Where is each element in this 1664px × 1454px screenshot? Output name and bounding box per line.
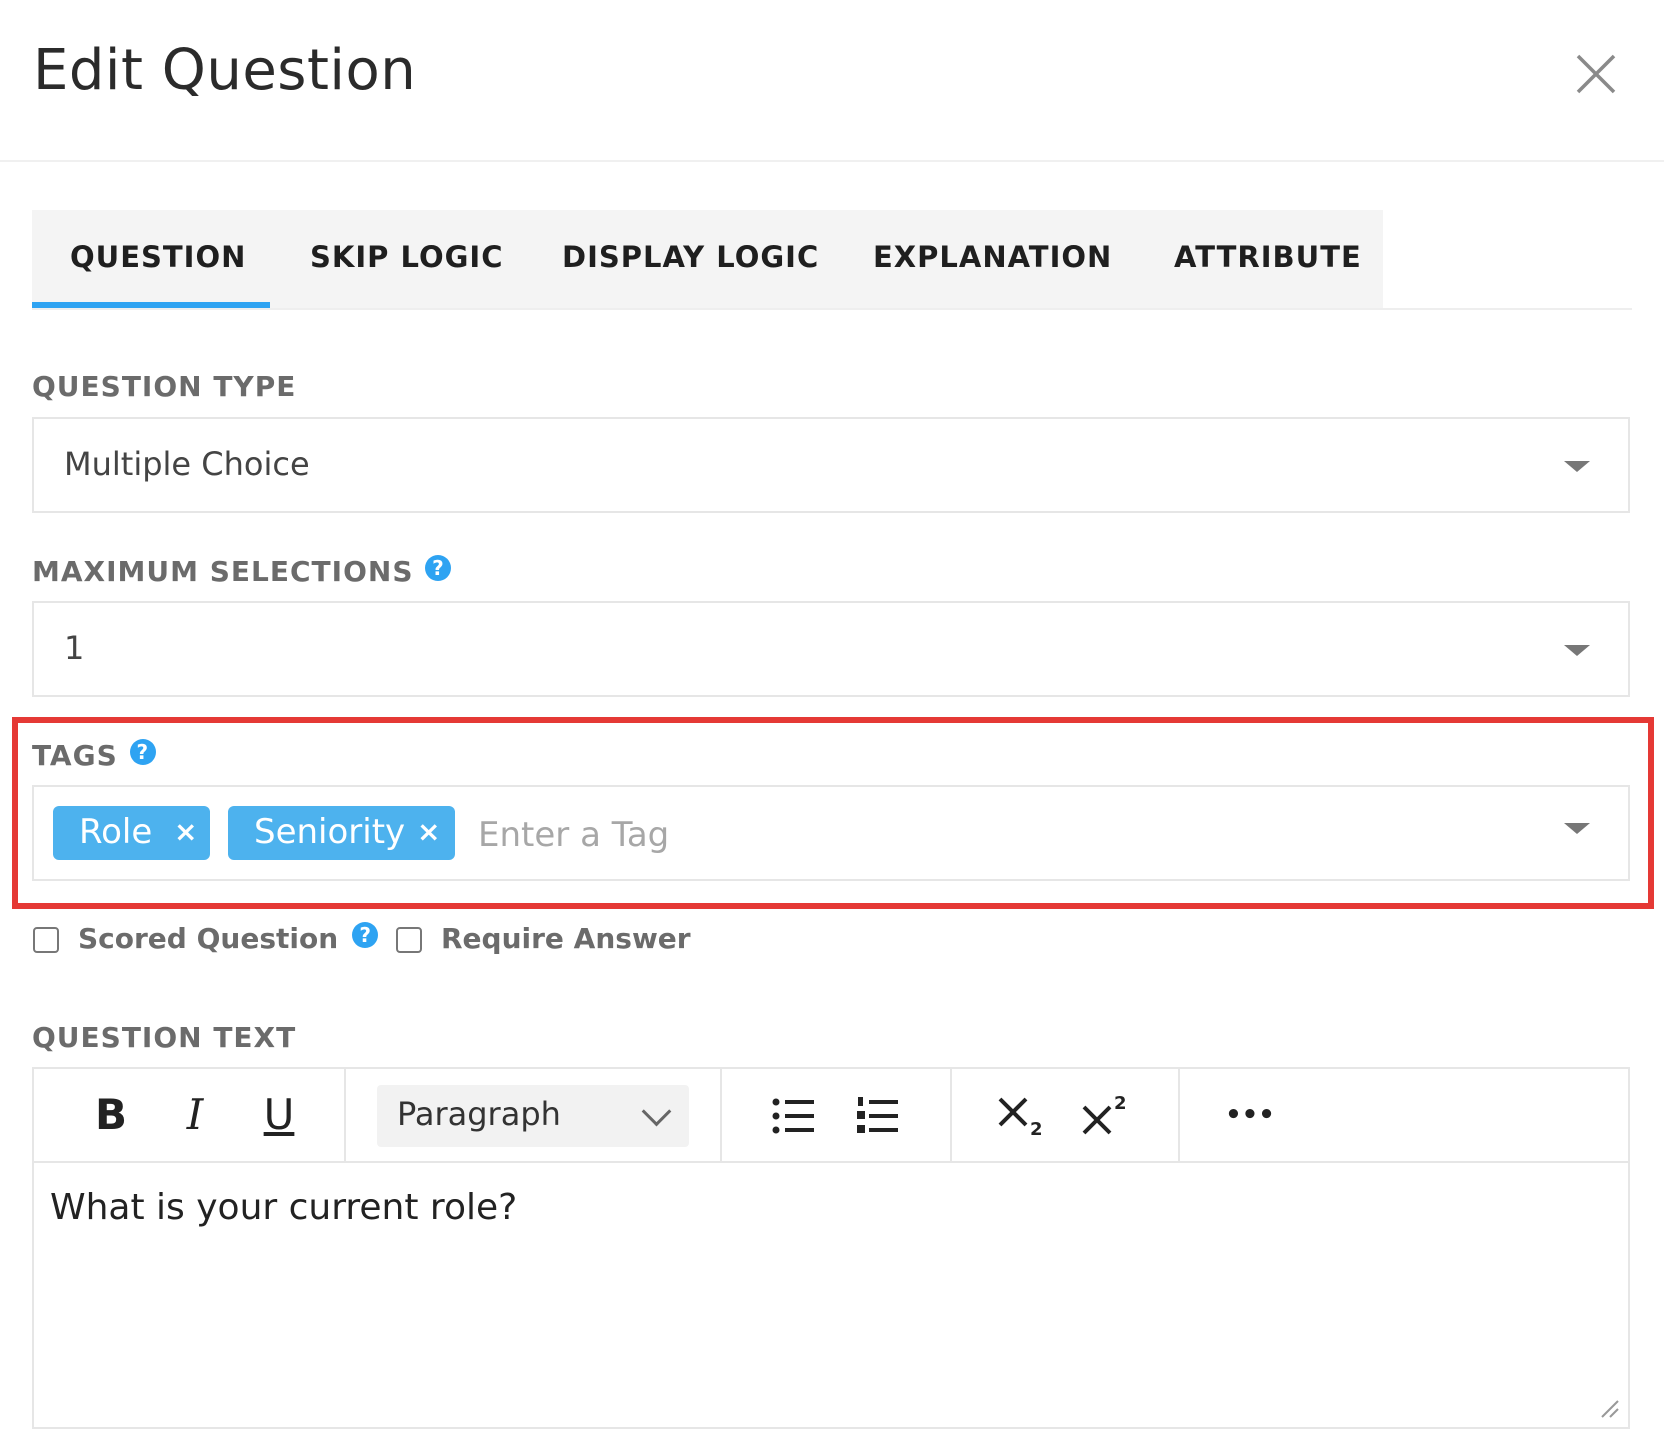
format-select-value: Paragraph	[397, 1095, 561, 1133]
svg-text:2: 2	[1114, 1093, 1127, 1114]
remove-tag-icon[interactable]: ×	[417, 806, 440, 858]
max-selections-select[interactable]: 1	[32, 601, 1630, 697]
chevron-down-icon	[641, 1096, 672, 1127]
toolbar-divider	[720, 1069, 722, 1161]
tabs-divider	[32, 308, 1632, 310]
toolbar-divider	[344, 1069, 346, 1161]
numbered-list-icon[interactable]	[856, 1095, 900, 1135]
resize-handle-icon[interactable]	[1598, 1397, 1620, 1419]
question-type-value: Multiple Choice	[64, 445, 310, 483]
tab-explanation[interactable]: EXPLANATION	[873, 210, 1112, 308]
rich-text-editor: B I U Paragraph 2 2 ••• What is your cur…	[32, 1067, 1630, 1429]
tab-bar: QUESTION SKIP LOGIC DISPLAY LOGIC EXPLAN…	[32, 210, 1383, 308]
tag-chip-seniority[interactable]: Seniority ×	[228, 806, 455, 860]
max-selections-label-text: MAXIMUM SELECTIONS	[32, 555, 414, 588]
require-answer-label: Require Answer	[441, 922, 691, 955]
question-type-select[interactable]: Multiple Choice	[32, 417, 1630, 513]
question-text-label: QUESTION TEXT	[32, 1021, 297, 1054]
tags-label: TAGS?	[32, 739, 156, 772]
tag-text-input[interactable]	[478, 812, 1378, 858]
tab-question[interactable]: QUESTION	[32, 210, 270, 308]
close-icon[interactable]	[1572, 50, 1620, 98]
svg-text:2: 2	[1030, 1119, 1043, 1139]
bold-button[interactable]: B	[86, 1085, 136, 1145]
italic-button[interactable]: I	[170, 1085, 220, 1145]
max-selections-label: MAXIMUM SELECTIONS?	[32, 555, 452, 588]
scored-question-label: Scored Question?	[78, 922, 379, 955]
subscript-icon[interactable]: 2	[996, 1091, 1048, 1139]
scored-question-checkbox[interactable]	[33, 927, 59, 953]
modal-header: Edit Question	[0, 0, 1664, 162]
remove-tag-icon[interactable]: ×	[174, 806, 197, 858]
require-answer-checkbox[interactable]	[396, 927, 422, 953]
help-icon[interactable]: ?	[352, 922, 379, 948]
tag-chip-label: Role	[79, 812, 153, 852]
tags-label-text: TAGS	[32, 739, 118, 772]
chevron-down-icon	[1564, 645, 1590, 656]
question-text-content[interactable]: What is your current role?	[50, 1187, 517, 1228]
tag-chip-label: Seniority	[254, 812, 406, 852]
modal-title: Edit Question	[33, 38, 417, 103]
chevron-down-icon	[1564, 823, 1590, 834]
scored-question-label-text: Scored Question	[78, 922, 339, 955]
bullet-list-icon[interactable]	[772, 1097, 816, 1135]
underline-button[interactable]: U	[254, 1085, 304, 1145]
question-type-label: QUESTION TYPE	[32, 370, 297, 403]
more-options-button[interactable]: •••	[1220, 1085, 1280, 1145]
superscript-icon[interactable]: 2	[1080, 1091, 1132, 1139]
chevron-down-icon	[1564, 461, 1590, 472]
help-icon[interactable]: ?	[129, 739, 156, 765]
tab-skip-logic[interactable]: SKIP LOGIC	[310, 210, 503, 308]
format-select[interactable]: Paragraph	[377, 1085, 689, 1147]
editor-toolbar: B I U Paragraph 2 2 •••	[34, 1069, 1628, 1163]
tab-attribute[interactable]: ATTRIBUTE	[1174, 210, 1362, 308]
toolbar-divider	[950, 1069, 952, 1161]
max-selections-value: 1	[64, 629, 85, 667]
toolbar-divider	[1178, 1069, 1180, 1161]
help-icon[interactable]: ?	[425, 555, 452, 581]
tab-display-logic[interactable]: DISPLAY LOGIC	[562, 210, 819, 308]
tag-chip-role[interactable]: Role ×	[53, 806, 210, 860]
